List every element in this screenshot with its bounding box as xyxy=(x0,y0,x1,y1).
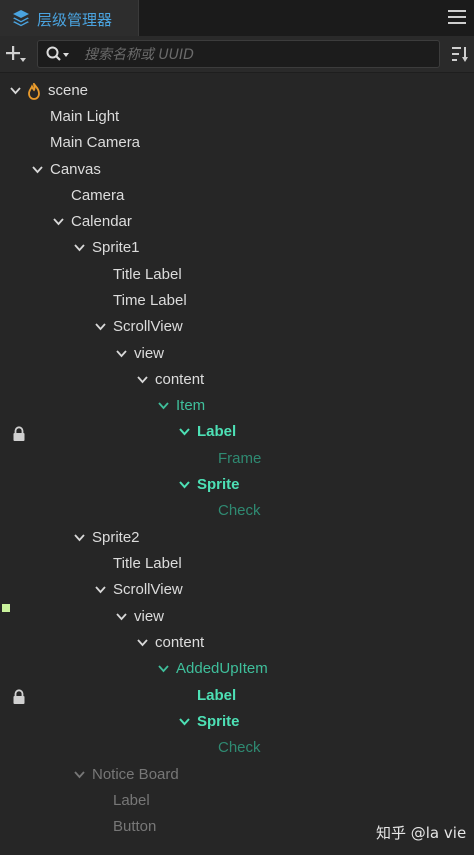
tree-node-prefab[interactable]: Check xyxy=(0,499,474,525)
tree-node[interactable]: content xyxy=(0,631,474,657)
tree-node-label: Sprite2 xyxy=(92,529,140,546)
layers-icon xyxy=(13,10,29,27)
tree-node-label: Canvas xyxy=(50,161,101,178)
chevron-down-icon[interactable] xyxy=(137,639,148,647)
hierarchy-tree: scene Main Light Main Camera Canvas Came… xyxy=(0,0,474,855)
tree-node-label: AddedUpItem xyxy=(176,660,268,677)
chevron-down-icon[interactable] xyxy=(116,613,127,621)
tree-node-label: ScrollView xyxy=(113,318,183,335)
tree-node[interactable]: Camera xyxy=(0,184,474,210)
chevron-down-icon[interactable] xyxy=(74,771,85,779)
tree-node-label: Main Camera xyxy=(50,134,141,151)
tree-node[interactable]: Sprite2 xyxy=(0,526,474,552)
chevron-down-icon[interactable] xyxy=(158,402,169,410)
chevron-down-icon[interactable] xyxy=(10,87,21,95)
search-input[interactable] xyxy=(82,44,426,66)
tree-node-label: Check xyxy=(218,739,261,756)
tree-node-inactive[interactable]: Label xyxy=(0,789,474,815)
search-icon[interactable] xyxy=(45,45,71,63)
chevron-down-icon[interactable] xyxy=(179,428,190,436)
tree-node[interactable]: Main Light xyxy=(0,105,474,131)
chevron-down-icon[interactable] xyxy=(116,350,127,358)
tree-node[interactable]: ScrollView xyxy=(0,315,474,341)
panel-menu-button[interactable] xyxy=(448,10,466,26)
tree-node-label: Label xyxy=(197,423,237,440)
tree-node-label: Calendar xyxy=(71,213,132,230)
chevron-down-icon[interactable] xyxy=(74,534,85,542)
tree-node[interactable]: view xyxy=(0,605,474,631)
tree-node-label: content xyxy=(155,371,205,388)
chevron-down-icon[interactable] xyxy=(53,218,64,226)
chevron-down-icon[interactable] xyxy=(74,244,85,252)
tree-node-label: view xyxy=(134,608,165,625)
tree-node-label: scene xyxy=(48,82,89,99)
tree-node[interactable]: ScrollView xyxy=(0,578,474,604)
tab-title: 层级管理器 xyxy=(37,11,113,29)
tree-node-label: Notice Board xyxy=(92,766,179,783)
tree-node-label: Sprite xyxy=(197,476,240,493)
tree-node-prefab[interactable]: Item xyxy=(0,394,474,420)
tree-node-label: Sprite1 xyxy=(92,239,140,256)
tree-node-prefab[interactable]: Label xyxy=(0,684,474,710)
tree-node-label: Main Light xyxy=(50,108,120,125)
chevron-down-icon[interactable] xyxy=(95,323,106,331)
tree-node-label: Label xyxy=(113,792,150,809)
chevron-down-icon[interactable] xyxy=(158,665,169,673)
tree-node-prefab[interactable]: Sprite xyxy=(0,473,474,499)
tree-node[interactable]: view xyxy=(0,342,474,368)
tree-node-label: Time Label xyxy=(113,292,187,309)
panel-titlebar: 层级管理器 xyxy=(0,0,474,36)
tree-node[interactable]: Sprite1 xyxy=(0,236,474,262)
chevron-down-icon[interactable] xyxy=(95,586,106,594)
search-box xyxy=(37,40,440,68)
tree-node-label: Camera xyxy=(71,187,125,204)
tree-node-label: Frame xyxy=(218,450,262,467)
hierarchy-toolbar xyxy=(0,36,474,73)
tree-node-label: content xyxy=(155,634,205,651)
tree-node[interactable]: content xyxy=(0,368,474,394)
tree-node[interactable]: Time Label xyxy=(0,289,474,315)
tree-node-label: Title Label xyxy=(113,266,182,283)
tree-node-prefab[interactable]: Sprite xyxy=(0,710,474,736)
tree-node-label: Check xyxy=(218,502,261,519)
tree-node-label: Title Label xyxy=(113,555,182,572)
sort-icon[interactable] xyxy=(450,45,470,63)
chevron-down-icon[interactable] xyxy=(137,376,148,384)
tree-node-prefab[interactable]: AddedUpItem xyxy=(0,657,474,683)
chevron-down-icon[interactable] xyxy=(32,166,43,174)
watermark: 知乎 @la vie xyxy=(376,824,467,842)
tree-node-prefab[interactable]: Check xyxy=(0,736,474,762)
menu-icon xyxy=(448,10,466,12)
tree-node-label: Item xyxy=(176,397,206,414)
tree-node-label: Label xyxy=(197,687,237,704)
tree-node[interactable]: Calendar xyxy=(0,210,474,236)
tree-node[interactable]: Main Camera xyxy=(0,131,474,157)
tree-node[interactable]: Title Label xyxy=(0,552,474,578)
chevron-down-icon[interactable] xyxy=(179,718,190,726)
tree-node-scene[interactable]: scene xyxy=(0,79,474,105)
tree-node[interactable]: Canvas xyxy=(0,158,474,184)
tree-node-label: view xyxy=(134,345,165,362)
scene-icon xyxy=(28,83,40,100)
tree-node-prefab[interactable]: Frame xyxy=(0,447,474,473)
tree-node-label: Button xyxy=(113,818,157,835)
tree-node-label: Sprite xyxy=(197,713,240,730)
add-node-button[interactable] xyxy=(5,44,27,64)
tab-hierarchy[interactable]: 层级管理器 xyxy=(0,0,139,36)
tree-node[interactable]: Title Label xyxy=(0,263,474,289)
chevron-down-icon[interactable] xyxy=(179,481,190,489)
tree-node-label: ScrollView xyxy=(113,581,183,598)
tree-node-inactive[interactable]: Notice Board xyxy=(0,763,474,789)
tree-node-prefab[interactable]: Label xyxy=(0,420,474,446)
